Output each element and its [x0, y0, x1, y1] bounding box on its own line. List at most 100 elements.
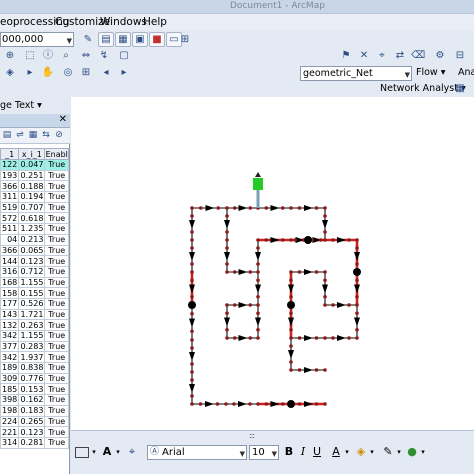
- network-window-icon[interactable]: ▦: [452, 81, 468, 96]
- network-junction[interactable]: [264, 238, 269, 242]
- table-of-contents-icon[interactable]: ▤: [98, 32, 114, 47]
- network-junction[interactable]: [323, 206, 327, 210]
- network-junction[interactable]: [323, 402, 327, 406]
- network-junction[interactable]: [248, 303, 253, 307]
- network-junction-major[interactable]: [287, 400, 295, 408]
- column-header[interactable]: Enabl: [44, 148, 69, 160]
- network-junction[interactable]: [256, 294, 260, 299]
- network-junction[interactable]: [256, 278, 260, 283]
- back-extent-icon[interactable]: ◂: [98, 65, 114, 80]
- table-cell[interactable]: 0.776: [18, 372, 46, 385]
- network-junction-major[interactable]: [353, 268, 361, 276]
- table-cell[interactable]: 132: [0, 319, 20, 331]
- table-row[interactable]: 377 0.283 True: [0, 340, 69, 353]
- flow-menu[interactable]: Flow ▾: [416, 67, 445, 78]
- network-junction[interactable]: [190, 270, 194, 274]
- table-cell[interactable]: 0.618: [18, 212, 46, 225]
- table-cell[interactable]: 1.155: [18, 330, 46, 342]
- network-junction[interactable]: [248, 402, 252, 406]
- table-cell[interactable]: 511: [0, 223, 20, 235]
- network-junction[interactable]: [190, 362, 194, 366]
- html-popup-icon[interactable]: ▢: [116, 48, 132, 63]
- table-cell[interactable]: True: [44, 201, 69, 214]
- table-cell[interactable]: 158: [0, 287, 20, 299]
- table-cell[interactable]: True: [44, 426, 69, 438]
- menu-help[interactable]: Help: [143, 16, 167, 28]
- network-junction[interactable]: [323, 368, 327, 372]
- table-row[interactable]: 314 0.281 True: [0, 436, 69, 449]
- network-junction[interactable]: [190, 262, 194, 266]
- table-cell[interactable]: 0.194: [18, 191, 46, 203]
- network-junction[interactable]: [225, 311, 229, 316]
- table-cell[interactable]: True: [44, 180, 69, 193]
- line-color-icon[interactable]: ✎: [381, 445, 395, 460]
- layer-icon[interactable]: ◈: [2, 65, 18, 80]
- network-junction[interactable]: [289, 294, 293, 299]
- network-junction[interactable]: [225, 270, 229, 274]
- table-cell[interactable]: 198: [0, 404, 20, 417]
- table-row[interactable]: 519 0.707 True: [0, 201, 69, 214]
- network-junction[interactable]: [225, 246, 229, 250]
- search-window-icon[interactable]: ▣: [132, 32, 148, 47]
- network-junction[interactable]: [347, 238, 351, 242]
- chevron-down-icon[interactable]: ▾: [343, 445, 351, 460]
- network-junction[interactable]: [190, 378, 194, 382]
- table-cell[interactable]: 314: [0, 436, 20, 449]
- table-cell[interactable]: 398: [0, 394, 20, 406]
- network-junction[interactable]: [190, 394, 194, 398]
- table-row[interactable]: 198 0.183 True: [0, 404, 69, 417]
- model-builder-icon[interactable]: ⊞: [177, 32, 193, 47]
- scale-combo[interactable]: 000,000 ▼: [0, 32, 74, 47]
- table-cell[interactable]: 0.123: [18, 255, 46, 267]
- table-cell[interactable]: 0.712: [18, 265, 46, 278]
- network-junction[interactable]: [224, 402, 228, 406]
- table-row[interactable]: 04 0.213 True: [0, 233, 69, 246]
- table-row[interactable]: 511 1.235 True: [0, 223, 69, 235]
- label-style-menu[interactable]: ge Text ▾: [0, 100, 42, 111]
- network-trace-icon[interactable]: ⇄: [392, 48, 408, 63]
- network-junction[interactable]: [314, 270, 319, 274]
- network-junction[interactable]: [355, 303, 359, 307]
- network-junction[interactable]: [314, 402, 319, 406]
- network-junction[interactable]: [314, 336, 319, 340]
- network-junction[interactable]: [190, 230, 194, 234]
- table-cell[interactable]: 519: [0, 201, 20, 214]
- table-cell[interactable]: 0.838: [18, 362, 46, 374]
- source-flag-icon[interactable]: [253, 178, 263, 190]
- network-junction[interactable]: [198, 402, 203, 406]
- chevron-down-icon[interactable]: ▾: [395, 445, 403, 460]
- fixed-zoom-icon[interactable]: ⊞: [78, 65, 94, 80]
- table-cell[interactable]: 377: [0, 340, 20, 353]
- table-cell[interactable]: 144: [0, 255, 20, 267]
- table-cell[interactable]: 189: [0, 362, 20, 374]
- table-row[interactable]: 189 0.838 True: [0, 362, 69, 374]
- network-junction[interactable]: [190, 238, 194, 242]
- network-junction[interactable]: [289, 344, 293, 348]
- table-cell[interactable]: 0.526: [18, 297, 46, 310]
- table-row[interactable]: 311 0.194 True: [0, 191, 69, 203]
- table-row[interactable]: 342 1.937 True: [0, 351, 69, 364]
- chevron-down-icon[interactable]: ▼: [272, 448, 277, 461]
- table-cell[interactable]: 311: [0, 191, 20, 203]
- table-cell[interactable]: 122: [0, 159, 20, 171]
- table-cell[interactable]: True: [44, 159, 69, 171]
- network-junction[interactable]: [289, 336, 293, 340]
- table-row[interactable]: 168 1.155 True: [0, 276, 69, 289]
- pan-icon[interactable]: ✋: [40, 65, 56, 80]
- table-row[interactable]: 144 0.123 True: [0, 255, 69, 267]
- table-row[interactable]: 132 0.263 True: [0, 319, 69, 331]
- network-junction[interactable]: [289, 238, 293, 242]
- network-junction[interactable]: [347, 336, 351, 340]
- table-cell[interactable]: 0.281: [18, 436, 46, 449]
- network-junction[interactable]: [232, 270, 237, 274]
- network-junction[interactable]: [297, 270, 302, 274]
- table-row[interactable]: 366 0.065 True: [0, 244, 69, 257]
- bold-button[interactable]: B: [283, 445, 295, 460]
- select-icon[interactable]: ⬚: [22, 48, 38, 63]
- table-cell[interactable]: 177: [0, 297, 20, 310]
- splitter[interactable]: :::: [71, 430, 474, 440]
- italic-button[interactable]: I: [297, 445, 309, 460]
- network-junction[interactable]: [190, 294, 194, 299]
- close-icon[interactable]: ✕: [59, 114, 67, 125]
- network-junction[interactable]: [256, 262, 260, 266]
